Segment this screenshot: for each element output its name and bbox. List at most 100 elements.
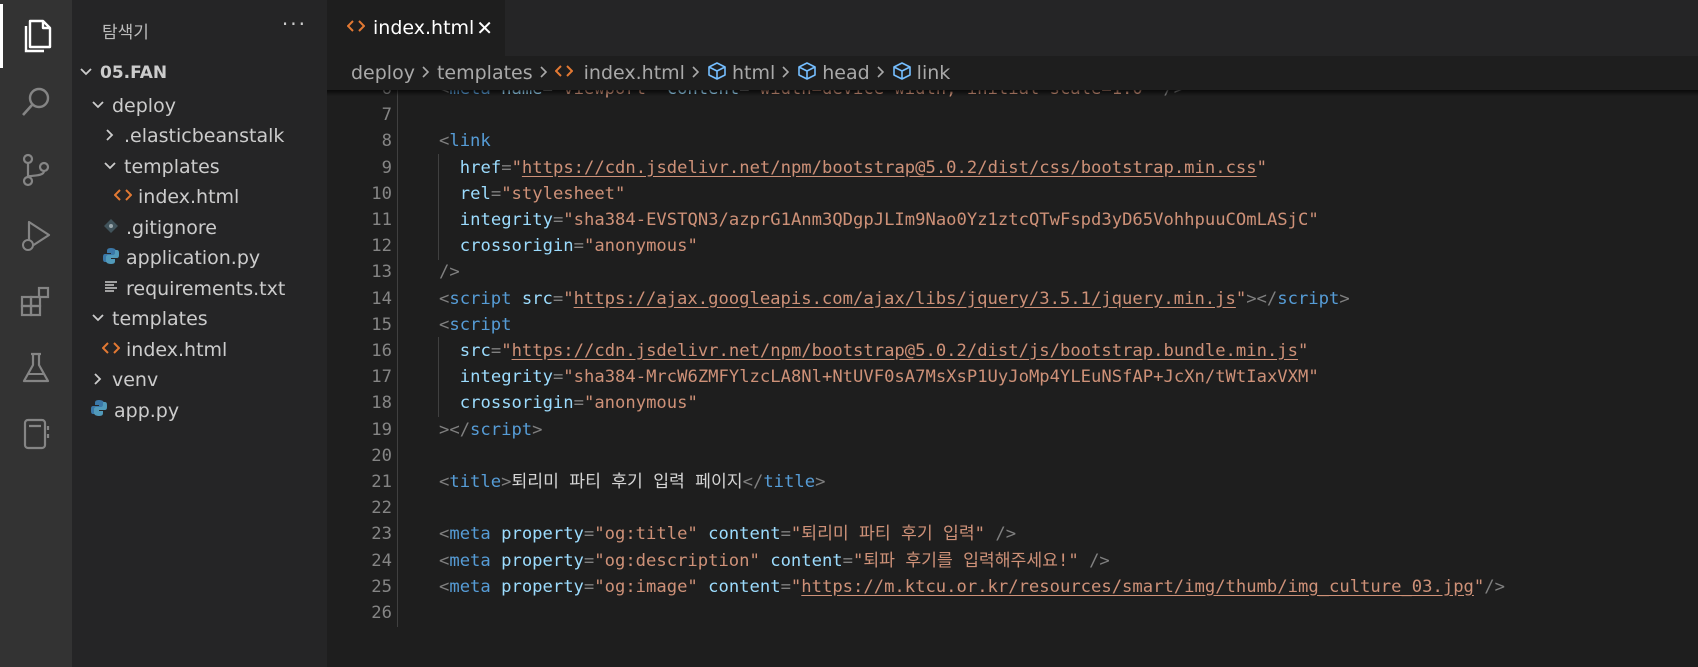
code-line: 12 crossorigin="anonymous" [327,232,1698,261]
breadcrumb-label: deploy [351,62,415,84]
code-token: 퇴리미 파티 후기 입력 페이지 [511,472,743,492]
indent-guide [397,520,398,549]
line-number: 10 [371,183,392,204]
code-token: integrity [459,367,553,388]
tab-index-html[interactable]: index.html ✕ [327,0,505,56]
code-token: < [439,524,450,545]
breadcrumb-item[interactable]: index.html [554,62,685,84]
code-token: > [1339,288,1350,309]
code-line: 20 [327,441,1698,470]
code-line: 24 <meta property="og:description" conten… [327,546,1698,575]
line-number: 17 [371,367,392,388]
indent-guide [438,389,439,418]
tree-item[interactable]: index.html [72,181,369,214]
code-token: meta [449,576,491,597]
notebook-icon[interactable] [0,402,72,466]
breadcrumb-item[interactable]: head [797,61,870,85]
code-line: 11 integrity="sha384-EVSTQN3/azprG1Anm3QD… [327,206,1698,234]
code-line: 8 <link [327,127,1698,156]
indent-guide [397,389,398,418]
breadcrumb-item[interactable]: templates [437,62,533,84]
tree-item[interactable]: templates [72,150,357,183]
tree-item[interactable]: .elasticbeanstalk [72,120,357,153]
run-debug-icon[interactable] [0,204,72,268]
tree-item[interactable]: index.html [72,333,357,366]
code-text: <meta property="og:title" content="퇴리미 파… [439,520,1016,548]
code-token: property [501,550,584,571]
code-token[interactable]: https://m.ktcu.or.kr/resources/smart/img… [801,577,1474,597]
code-token[interactable]: https://ajax.googleapis.com/ajax/libs/jq… [574,289,1236,309]
indent-guide [397,127,398,156]
code-line: 15 <script [327,310,1698,339]
tree-item[interactable]: deploy [72,89,345,122]
indent-guide [397,572,398,601]
code-token: title [763,472,816,492]
chevron-down-icon [90,95,106,117]
tree-item[interactable]: app.py [72,394,345,427]
code-token: "퇴파 후기를 입력해주세요!" [853,550,1079,571]
code-token: " [790,576,802,597]
code-token: < [439,314,450,335]
tree-item[interactable]: templates [72,303,345,336]
root-folder-label: 05.FAN [100,62,168,83]
code-text: <meta property="og:description" content=… [439,547,1110,575]
tree-root[interactable]: 05.FAN [72,56,333,89]
breadcrumb-item[interactable]: link [892,61,950,85]
indent-guide [397,363,398,392]
code-line: 23 <meta property="og:title" content="퇴리미… [327,520,1698,549]
code-token: /> [1484,576,1505,597]
code-token: = [780,524,791,545]
code-token: "퇴리미 파티 후기 입력" [790,524,985,545]
extensions-icon[interactable] [0,270,72,334]
code-line: 14 <script src="https://ajax.googleapis.c… [327,284,1698,313]
code-text: /> [439,258,460,286]
code-text: crossorigin="anonymous" [460,389,698,417]
code-text: src="https://cdn.jsdelivr.net/npm/bootst… [460,337,1309,365]
line-number: 22 [371,498,392,519]
more-actions-icon[interactable]: ··· [282,12,307,36]
code-line: 10 rel="stylesheet" [327,179,1698,208]
search-icon[interactable] [0,70,72,134]
line-number: 25 [371,576,392,597]
explorer-icon[interactable] [0,4,72,68]
code-token: = [552,210,564,230]
chevron-right-icon [102,125,118,147]
indent-guide [397,494,398,523]
tree-item[interactable]: .gitignore [72,211,357,244]
code-token: script [449,314,512,335]
indent-guide [397,599,398,627]
python-file-icon [102,247,120,270]
tree-item[interactable]: venv [72,364,345,397]
chevron-right-icon [781,62,791,84]
testing-icon[interactable] [0,336,72,400]
code-token[interactable]: https://cdn.jsdelivr.net/npm/bootstrap@5… [512,341,1298,361]
tree-item-label: venv [112,369,159,391]
code-token: = [583,576,595,597]
code-token[interactable]: https://cdn.jsdelivr.net/npm/bootstrap@5… [522,158,1257,178]
indent-guide [397,101,398,130]
code-text: <script src="https://ajax.googleapis.com… [439,285,1350,313]
breadcrumb-label: templates [436,62,533,84]
code-token: = [842,550,854,571]
tree-item[interactable]: requirements.txt [72,272,357,305]
code-token: content [708,524,781,545]
line-number: 13 [371,262,392,283]
tab-label: index.html [373,17,475,39]
breadcrumb-item[interactable]: deploy [351,62,415,84]
source-control-icon[interactable] [0,138,72,202]
code-line: 17 integrity="sha384-MrcW6ZMFYlzcLA8Nl+Nt… [327,363,1698,392]
code-token: src [521,288,553,309]
breadcrumb-item[interactable]: html [707,61,775,85]
tree-item[interactable]: application.py [72,242,357,275]
close-icon[interactable]: ✕ [476,16,493,40]
code-line: 9 href="https://cdn.jsdelivr.net/npm/boot… [327,153,1698,182]
tree-item-label: templates [112,308,208,330]
code-token: script [470,419,533,440]
indent-guide [397,232,398,261]
code-area[interactable]: 6<meta name="viewport" content="width=de… [327,90,1698,667]
code-token: " [1256,157,1267,178]
